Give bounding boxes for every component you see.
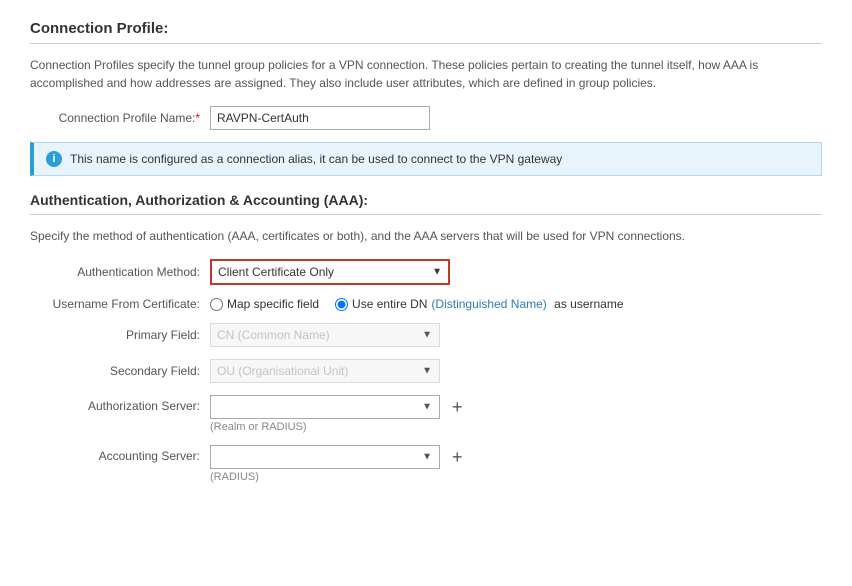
primary-field-select[interactable]: CN (Common Name) — [210, 323, 440, 347]
radio-map-specific[interactable] — [210, 298, 223, 311]
auth-server-select[interactable] — [210, 395, 440, 419]
accounting-server-hint: (RADIUS) — [210, 471, 469, 483]
username-cert-radio-group: Map specific field Use entire DN (Distin… — [210, 297, 624, 311]
accounting-server-select[interactable] — [210, 445, 440, 469]
connection-profile-description: Connection Profiles specify the tunnel g… — [30, 56, 822, 92]
auth-method-select-wrapper: AAA Client Certificate Only AAA + Client… — [210, 259, 450, 285]
accounting-server-wrapper: ▼ + (RADIUS) — [210, 445, 469, 483]
auth-server-row: Authorization Server: ▼ + (Realm or RADI… — [30, 395, 822, 433]
required-asterisk: * — [195, 111, 200, 125]
auth-server-hint: (Realm or RADIUS) — [210, 421, 469, 433]
as-username-text: as username — [551, 297, 624, 311]
primary-field-row: Primary Field: CN (Common Name) ▼ — [30, 323, 822, 347]
section-divider-2 — [30, 214, 822, 215]
auth-method-label: Authentication Method: — [30, 265, 210, 279]
secondary-field-row: Secondary Field: OU (Organisational Unit… — [30, 359, 822, 383]
secondary-field-label: Secondary Field: — [30, 364, 210, 378]
radio-map-specific-option[interactable]: Map specific field — [210, 297, 319, 311]
accounting-server-label: Accounting Server: — [30, 445, 210, 463]
radio-use-dn[interactable] — [335, 298, 348, 311]
accounting-server-input-row: ▼ + — [210, 445, 469, 469]
info-message-text: This name is configured as a connection … — [70, 152, 562, 166]
accounting-server-row: Accounting Server: ▼ + (RADIUS) — [30, 445, 822, 483]
aaa-section-title: Authentication, Authorization & Accounti… — [30, 192, 822, 208]
auth-method-row: Authentication Method: AAA Client Certif… — [30, 259, 822, 285]
accounting-server-select-wrapper: ▼ — [210, 445, 440, 469]
auth-method-select[interactable]: AAA Client Certificate Only AAA + Client… — [210, 259, 450, 285]
aaa-section: Authentication, Authorization & Accounti… — [30, 192, 822, 483]
profile-name-label: Connection Profile Name:* — [30, 111, 210, 125]
username-cert-label: Username From Certificate: — [30, 297, 210, 311]
radio-map-specific-label: Map specific field — [227, 297, 319, 311]
username-cert-row: Username From Certificate: Map specific … — [30, 297, 822, 311]
section-divider-1 — [30, 43, 822, 44]
primary-field-wrapper: CN (Common Name) ▼ — [210, 323, 440, 347]
aaa-description: Specify the method of authentication (AA… — [30, 227, 822, 245]
auth-server-label: Authorization Server: — [30, 395, 210, 413]
info-box: i This name is configured as a connectio… — [30, 142, 822, 176]
connection-profile-section: Connection Profile: Connection Profiles … — [30, 20, 822, 176]
secondary-field-wrapper: OU (Organisational Unit) ▼ — [210, 359, 440, 383]
auth-server-wrapper: ▼ + (Realm or RADIUS) — [210, 395, 469, 433]
auth-server-add-button[interactable]: + — [446, 397, 469, 418]
radio-use-dn-option[interactable]: Use entire DN (Distinguished Name) as us… — [335, 297, 623, 311]
primary-field-label: Primary Field: — [30, 328, 210, 342]
secondary-field-select[interactable]: OU (Organisational Unit) — [210, 359, 440, 383]
accounting-server-add-button[interactable]: + — [446, 447, 469, 468]
info-icon: i — [46, 151, 62, 167]
dn-link[interactable]: (Distinguished Name) — [431, 297, 546, 311]
auth-server-input-row: ▼ + — [210, 395, 469, 419]
radio-use-dn-label: Use entire DN — [352, 297, 427, 311]
profile-name-input[interactable] — [210, 106, 430, 130]
auth-server-select-wrapper: ▼ — [210, 395, 440, 419]
connection-profile-title: Connection Profile: — [30, 20, 822, 37]
profile-name-row: Connection Profile Name:* — [30, 106, 822, 130]
